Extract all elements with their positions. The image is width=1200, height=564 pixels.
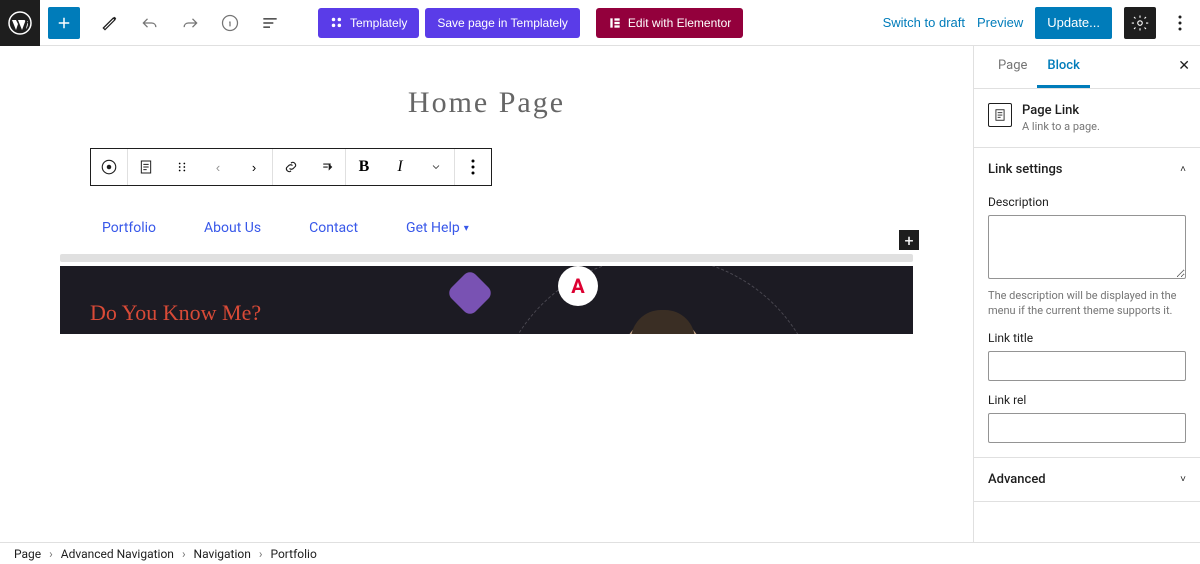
page-title[interactable]: Home Page <box>0 86 973 120</box>
elementor-label: Edit with Elementor <box>628 16 731 30</box>
chevron-up-icon: ˄ <box>1180 164 1186 175</box>
chevron-down-icon: ▾ <box>464 223 469 234</box>
editor-topbar: Templately Save page in Templately Edit … <box>0 0 1200 46</box>
description-textarea[interactable] <box>988 215 1186 279</box>
description-label: Description <box>988 195 1186 209</box>
tab-block[interactable]: Block <box>1037 46 1089 88</box>
crumb-sep: › <box>49 547 53 561</box>
templately-label: Templately <box>350 16 407 30</box>
crumb-sep: › <box>182 547 186 561</box>
panel-advanced-title: Advanced <box>988 472 1046 487</box>
link-rel-label: Link rel <box>988 393 1186 407</box>
move-right-button[interactable]: › <box>236 149 272 185</box>
nav-item-label: Get Help <box>406 220 460 236</box>
bootstrap-icon <box>446 269 494 317</box>
edit-elementor-button[interactable]: Edit with Elementor <box>596 8 743 38</box>
close-sidebar-button[interactable]: ✕ <box>1178 58 1190 74</box>
topbar-left-tools <box>48 5 288 41</box>
update-button[interactable]: Update... <box>1035 7 1112 39</box>
block-description: A link to a page. <box>1022 120 1100 133</box>
add-nav-item-button[interactable]: + <box>899 230 919 250</box>
settings-button[interactable] <box>1124 7 1156 39</box>
nav-item-gethelp[interactable]: Get Help ▾ <box>406 220 469 236</box>
block-more-button[interactable] <box>455 149 491 185</box>
drag-handle[interactable] <box>164 149 200 185</box>
hero-graphic: A ◂▸ <box>453 276 873 334</box>
topbar-right: Switch to draft Preview Update... <box>883 5 1192 41</box>
crumb-sep: › <box>259 547 263 561</box>
templately-button[interactable]: Templately <box>318 8 419 38</box>
crumb-page[interactable]: Page <box>14 547 41 561</box>
link-title-label: Link title <box>988 331 1186 345</box>
navigation-block[interactable]: Portfolio About Us Contact Get Help ▾ + <box>60 220 913 262</box>
description-hint: The description will be displayed in the… <box>988 288 1186 319</box>
page-link-icon <box>988 103 1012 127</box>
crumb-advnav[interactable]: Advanced Navigation <box>61 547 174 561</box>
link-button[interactable] <box>273 149 309 185</box>
hero-section: Do You Know Me? 👋 I’m Michiel Annaert in… <box>60 266 913 334</box>
bold-button[interactable]: B <box>346 149 382 185</box>
save-templately-label: Save page in Templately <box>437 16 568 30</box>
panel-link-settings: Link settings ˄ Description The descript… <box>974 148 1200 458</box>
canvas-inner: Home Page ‹ › <box>0 46 973 120</box>
nav-item-contact[interactable]: Contact <box>309 220 358 236</box>
preview-button[interactable]: Preview <box>977 15 1023 30</box>
sidebar-tabs: Page Block ✕ <box>974 46 1200 89</box>
list-view-button[interactable] <box>252 5 288 41</box>
nav-item-about[interactable]: About Us <box>204 220 261 236</box>
breadcrumb: Page › Advanced Navigation › Navigation … <box>0 542 1200 564</box>
block-type-button[interactable] <box>91 149 127 185</box>
panel-title: Link settings <box>988 162 1063 177</box>
panel-advanced-header[interactable]: Advanced ˅ <box>974 458 1200 501</box>
wordpress-logo[interactable] <box>0 0 40 46</box>
crumb-nav[interactable]: Navigation <box>194 547 251 561</box>
edit-mode-button[interactable] <box>92 5 128 41</box>
block-header: Page Link A link to a page. <box>974 89 1200 148</box>
more-format-button[interactable] <box>418 149 454 185</box>
panel-link-settings-header[interactable]: Link settings ˄ <box>974 148 1200 191</box>
tab-page[interactable]: Page <box>988 46 1037 88</box>
chevron-down-icon: ˅ <box>1180 474 1186 485</box>
nav-item-portfolio[interactable]: Portfolio <box>102 220 156 236</box>
crumb-portfolio[interactable]: Portfolio <box>270 547 316 561</box>
link-rel-input[interactable] <box>988 413 1186 443</box>
info-button[interactable] <box>212 5 248 41</box>
switch-draft-button[interactable]: Switch to draft <box>883 15 965 30</box>
undo-button[interactable] <box>132 5 168 41</box>
nav-menu: Portfolio About Us Contact Get Help ▾ <box>60 220 913 236</box>
link-title-input[interactable] <box>988 351 1186 381</box>
person-image <box>583 316 743 334</box>
editor-canvas: Home Page ‹ › <box>0 46 973 542</box>
italic-button[interactable]: I <box>382 149 418 185</box>
submenu-button[interactable] <box>309 149 345 185</box>
update-label: Update... <box>1047 15 1100 30</box>
page-list-button[interactable] <box>128 149 164 185</box>
add-block-button[interactable] <box>48 7 80 39</box>
block-toolbar: ‹ › B I <box>90 148 492 186</box>
settings-sidebar: Page Block ✕ Page Link A link to a page.… <box>973 46 1200 542</box>
more-options-button[interactable] <box>1168 5 1192 41</box>
save-templately-button[interactable]: Save page in Templately <box>425 8 580 38</box>
redo-button[interactable] <box>172 5 208 41</box>
block-name: Page Link <box>1022 103 1100 118</box>
angular-icon: A <box>558 266 598 306</box>
move-left-button[interactable]: ‹ <box>200 149 236 185</box>
panel-advanced: Advanced ˅ <box>974 458 1200 502</box>
block-spacer <box>60 254 913 262</box>
topbar-plugins: Templately Save page in Templately Edit … <box>318 8 743 38</box>
